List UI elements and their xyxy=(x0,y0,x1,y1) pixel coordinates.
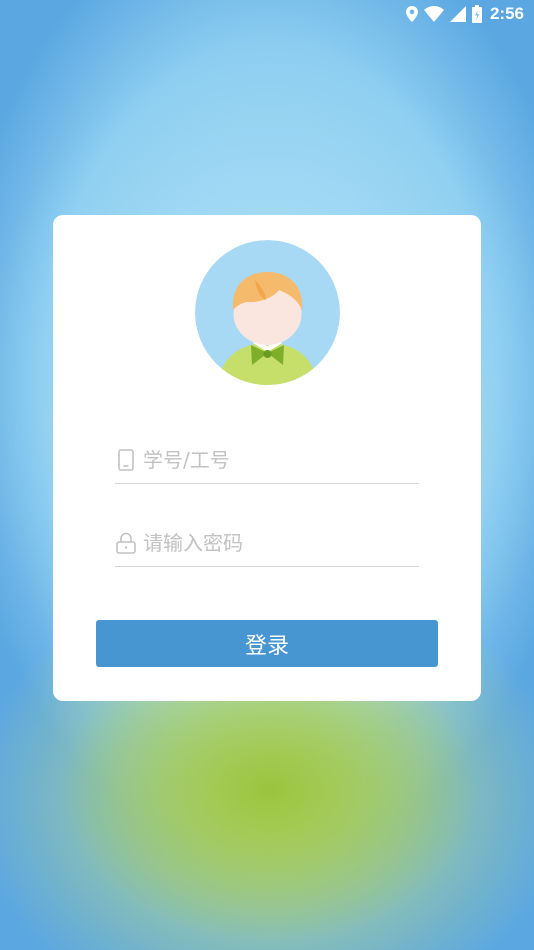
account-field[interactable] xyxy=(115,437,419,484)
avatar xyxy=(195,240,340,385)
login-button[interactable]: 登录 xyxy=(96,620,438,667)
login-card: 登录 xyxy=(53,215,481,701)
password-input[interactable] xyxy=(143,531,419,555)
signal-icon xyxy=(449,6,466,22)
boy-avatar-icon xyxy=(195,240,340,385)
battery-icon xyxy=(471,5,482,23)
password-field[interactable] xyxy=(115,520,419,567)
status-time: 2:56 xyxy=(489,4,524,23)
wifi-icon xyxy=(423,6,444,22)
location-icon xyxy=(405,6,418,22)
lock-icon xyxy=(115,531,137,555)
phone-icon xyxy=(115,448,137,472)
account-input[interactable] xyxy=(143,448,419,472)
status-bar: 2:56 xyxy=(0,0,534,28)
